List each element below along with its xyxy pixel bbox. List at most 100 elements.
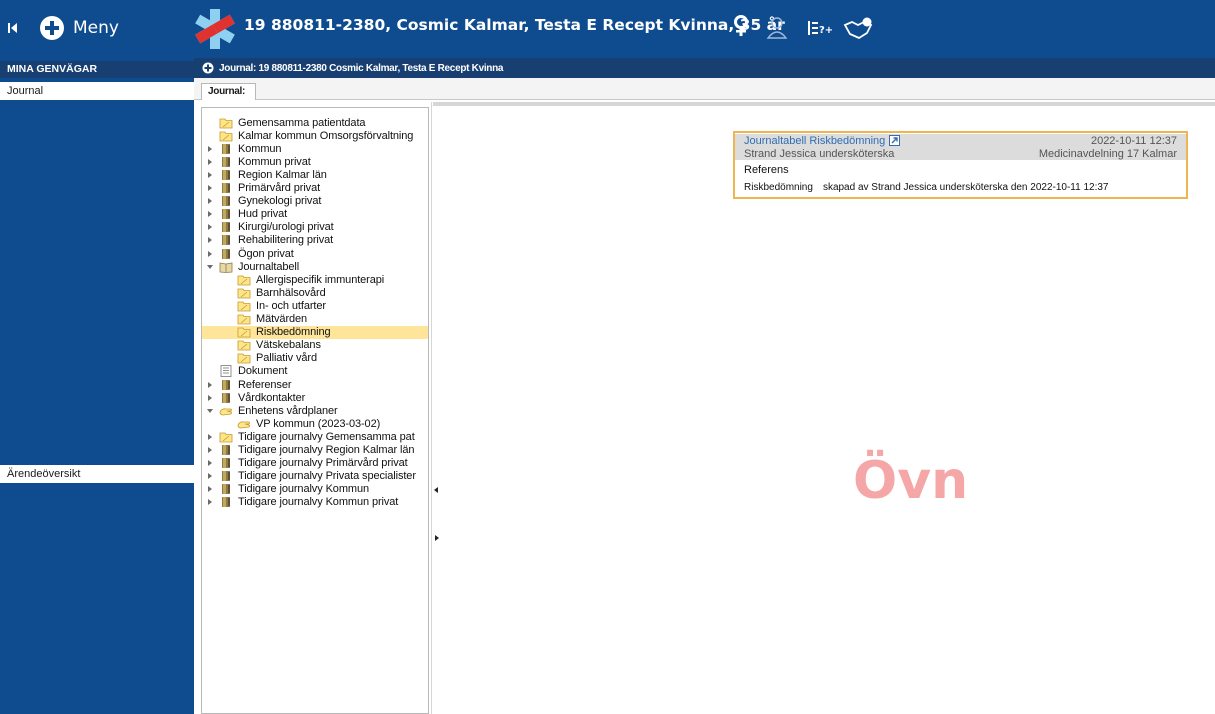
tree-item[interactable]: Journaltabell — [207, 260, 299, 273]
collapse-arrow-icon[interactable] — [207, 264, 213, 269]
tree-item[interactable]: Barnhälsovård — [226, 286, 326, 299]
tree-item[interactable]: Gynekologi privat — [208, 195, 321, 208]
tree-item[interactable]: Allergispecifik immunterapi — [226, 273, 384, 286]
expand-arrow-icon[interactable] — [208, 381, 212, 388]
tree-item[interactable]: Riskbedömning — [202, 325, 428, 339]
expand-arrow-icon[interactable] — [208, 473, 212, 480]
tree-item-label: Hud privat — [238, 208, 288, 221]
expand-arrow-icon[interactable] — [208, 250, 212, 257]
tree-item[interactable]: Tidigare journalvy Gemensamma pat — [208, 430, 415, 443]
expand-arrow-icon[interactable] — [208, 237, 212, 244]
book-icon — [219, 444, 233, 456]
folder-note-icon — [219, 117, 233, 129]
tree-item[interactable]: Dokument — [208, 365, 287, 378]
book-icon — [219, 248, 233, 260]
tree-item[interactable]: Ögon privat — [208, 247, 294, 260]
tree-item[interactable]: VP kommun (2023-03-02) — [226, 417, 380, 430]
expand-arrow-icon[interactable] — [208, 486, 212, 493]
person-icon[interactable] — [766, 14, 788, 42]
tree-item[interactable]: Tidigare journalvy Privata specialister — [208, 470, 416, 483]
tree-item[interactable]: Primärvård privat — [208, 182, 320, 195]
tree-item[interactable]: Palliativ vård — [226, 352, 317, 365]
panel-splitter[interactable] — [431, 102, 432, 714]
expand-arrow-icon[interactable] — [208, 145, 212, 152]
tree-item-label: VP kommun (2023-03-02) — [256, 417, 381, 430]
book-icon — [219, 156, 233, 168]
tree-item-label: Kalmar kommun Omsorgsförvaltning — [238, 129, 414, 142]
document-icon — [219, 365, 233, 378]
card-entry-term: Riskbedömning — [744, 182, 813, 193]
tree-item[interactable]: Region Kalmar län — [208, 168, 327, 181]
plus-circle-icon[interactable] — [202, 62, 214, 74]
tree-item[interactable]: Referenser — [208, 378, 292, 391]
tree-item[interactable]: Tidigare journalvy Kommun — [208, 483, 369, 496]
tree-item[interactable]: In- och utfarter — [226, 299, 326, 312]
tree-item-label: Riskbedömning — [256, 326, 331, 339]
card-title-row: Journaltabell Riskbedömning 2022-10-11 1… — [735, 134, 1186, 147]
tree-item[interactable]: Enhetens vårdplaner — [207, 404, 338, 417]
external-link-icon[interactable] — [889, 135, 901, 146]
tree-item[interactable]: Gemensamma patientdata — [208, 116, 366, 129]
tree-item-label: Allergispecifik immunterapi — [256, 273, 385, 286]
tree-item[interactable]: Rehabilitering privat — [208, 234, 333, 247]
female-icon[interactable] — [733, 14, 749, 42]
tree-item[interactable]: Hud privat — [208, 208, 287, 221]
tree-item-label: Tidigare journalvy Privata specialister — [238, 470, 416, 483]
collapse-left-icon[interactable] — [8, 22, 18, 34]
menu-button[interactable]: Meny — [40, 14, 119, 42]
collapse-arrow-icon[interactable] — [207, 408, 213, 413]
expand-arrow-icon[interactable] — [208, 185, 212, 191]
expand-arrow-icon[interactable] — [208, 433, 212, 440]
tree-item[interactable]: Tidigare journalvy Region Kalmar län — [208, 444, 414, 457]
card-date: 2022-10-11 12:37 — [1090, 134, 1177, 147]
tree-item[interactable]: Vätskebalans — [226, 339, 321, 352]
tree-item[interactable]: Kalmar kommun Omsorgsförvaltning — [208, 129, 413, 142]
hand-icon — [237, 418, 251, 430]
tree-item-label: Tidigare journalvy Kommun — [238, 483, 369, 496]
shortcuts-sidebar: MINA GENVÄGAR Journal Ärendeöversikt — [0, 58, 194, 714]
expand-arrow-icon[interactable] — [208, 211, 212, 218]
tree-item-label: Tidigare journalvy Primärvård privat — [238, 457, 408, 470]
expand-right-arrow-icon[interactable] — [435, 535, 439, 541]
expand-arrow-icon[interactable] — [208, 499, 212, 506]
handshake-icon[interactable] — [842, 14, 874, 42]
tree-item[interactable]: Kommun — [208, 142, 282, 155]
tree-item-label: Tidigare journalvy Gemensamma pat — [238, 430, 415, 443]
tree-item[interactable]: Mätvärden — [226, 313, 307, 326]
sidebar-item-journal[interactable]: Journal — [0, 82, 194, 100]
tree-item[interactable]: Tidigare journalvy Primärvård privat — [208, 457, 408, 470]
list-question-icon[interactable]: ?+ — [806, 14, 832, 42]
card-entry-text: skapad av Strand Jessica undersköterska … — [822, 182, 1109, 193]
sidebar-item-arendeoversikt[interactable]: Ärendeöversikt — [0, 465, 194, 483]
folder-note-icon — [237, 326, 251, 338]
tree-item-label: In- och utfarter — [256, 299, 326, 312]
menu-label: Meny — [73, 18, 119, 38]
book-icon — [219, 208, 233, 220]
expand-arrow-icon[interactable] — [208, 460, 212, 467]
tab-journal[interactable]: Journal: — [201, 83, 256, 101]
collapse-left-arrow-icon[interactable] — [434, 487, 438, 493]
shortcuts-header: MINA GENVÄGAR — [0, 61, 194, 78]
expand-arrow-icon[interactable] — [208, 224, 212, 231]
book-icon — [219, 379, 233, 391]
folder-note-icon — [237, 287, 251, 299]
tree-item[interactable]: Tidigare journalvy Kommun privat — [208, 496, 398, 509]
tree-item[interactable]: Kommun privat — [208, 155, 311, 168]
tree-item-label: Region Kalmar län — [238, 168, 327, 181]
tree-item-label: Gynekologi privat — [238, 195, 322, 208]
expand-arrow-icon[interactable] — [208, 171, 212, 178]
expand-arrow-icon[interactable] — [208, 198, 212, 205]
book-icon — [219, 496, 233, 508]
tree-item[interactable]: Vårdkontakter — [208, 391, 305, 404]
card-title[interactable]: Journaltabell Riskbedömning — [744, 135, 885, 147]
book-open-icon — [219, 261, 233, 273]
tree-item-label: Kommun privat — [238, 155, 311, 168]
journal-entry-card[interactable]: Journaltabell Riskbedömning 2022-10-11 1… — [733, 131, 1188, 199]
expand-arrow-icon[interactable] — [208, 158, 212, 165]
expand-arrow-icon[interactable] — [208, 447, 212, 453]
breadcrumb-text: Journal: 19 880811-2380 Cosmic Kalmar, T… — [219, 62, 504, 74]
expand-arrow-icon[interactable] — [208, 394, 212, 401]
card-section-row: Referens — [735, 163, 1186, 176]
tree-item[interactable]: Kirurgi/urologi privat — [208, 221, 334, 234]
breadcrumb: Journal: 19 880811-2380 Cosmic Kalmar, T… — [194, 58, 1215, 78]
